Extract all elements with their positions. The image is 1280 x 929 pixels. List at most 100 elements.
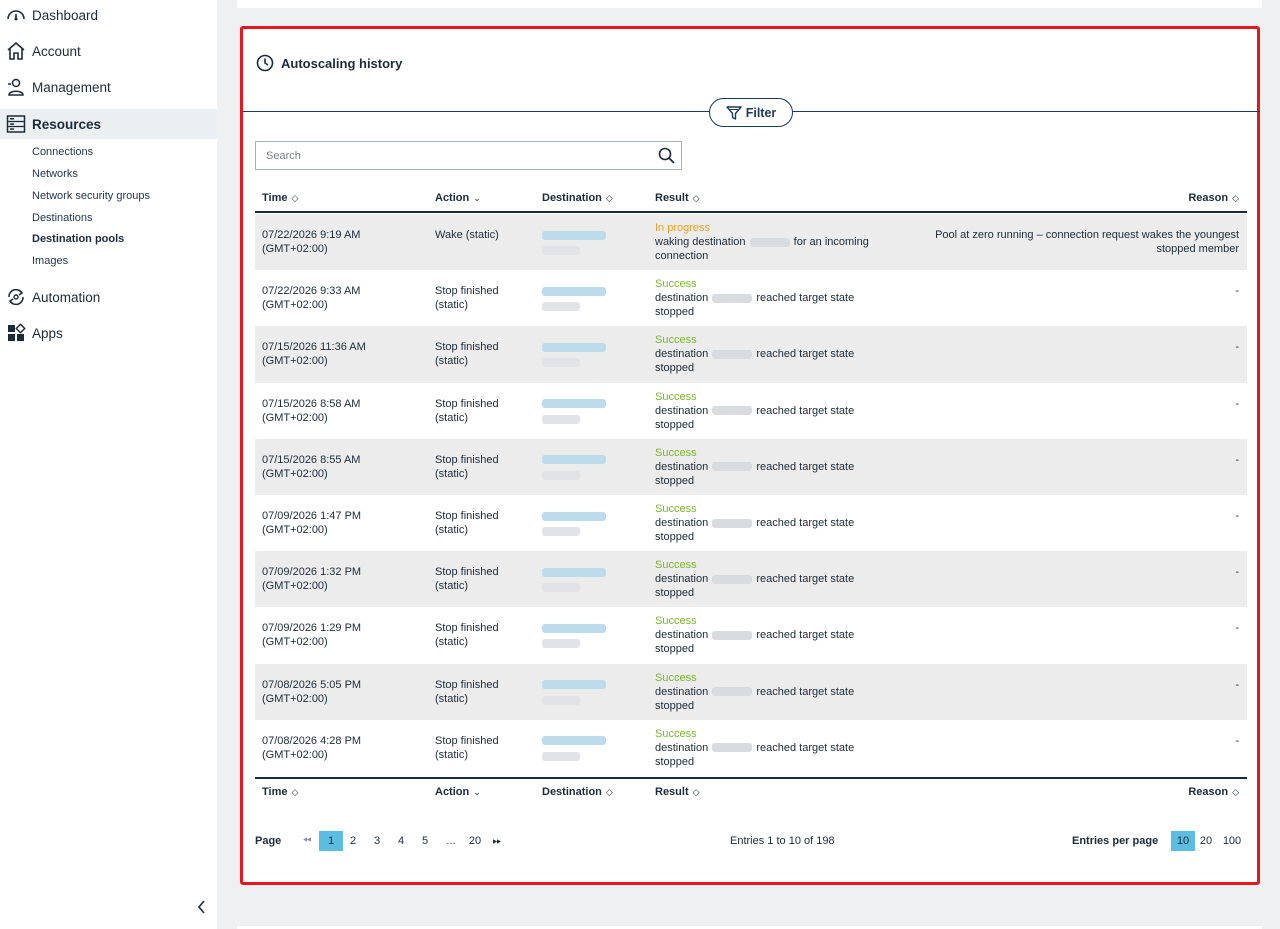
sidebar: Dashboard Account Management Resources C… <box>0 0 217 929</box>
destination-link[interactable] <box>542 509 606 523</box>
nav-label: Apps <box>32 325 63 341</box>
sub-item-connections[interactable]: Connections <box>32 146 93 158</box>
nav-item-account[interactable]: Account <box>0 36 217 66</box>
column-footer-reason[interactable]: Reason ◇ <box>1188 786 1239 798</box>
redacted-destination-id <box>542 246 580 256</box>
result-prefix: destination <box>655 516 709 529</box>
time-value: 07/09/2026 1:47 PM <box>262 509 362 522</box>
reason-cell: - <box>1235 285 1239 298</box>
destination-link[interactable] <box>542 284 606 298</box>
nav-label: Management <box>32 79 111 95</box>
nav-item-resources[interactable]: Resources <box>0 109 217 139</box>
column-label: Destination <box>542 192 602 204</box>
destination-cell <box>542 734 606 762</box>
redacted-destination-ref <box>712 349 753 359</box>
reason-cell: - <box>1235 622 1239 635</box>
column-footer-destination[interactable]: Destination ◇ <box>542 786 613 798</box>
time-value: 07/08/2026 5:05 PM <box>262 678 362 691</box>
sort-icon: ◇ <box>692 192 700 203</box>
nav-item-apps[interactable]: Apps <box>0 318 217 348</box>
result-cell: Success destination reached target state … <box>655 727 885 769</box>
result-text: destination reached target state stopped <box>655 460 885 488</box>
sub-item-images[interactable]: Images <box>32 255 68 267</box>
redacted-destination-id <box>542 751 580 761</box>
last-page-icon[interactable]: ⏩︎ <box>489 831 505 851</box>
sub-item-destination-pools[interactable]: Destination pools <box>32 233 124 245</box>
redacted-destination-ref <box>712 574 753 584</box>
chevron-down-icon: ⌄ <box>473 786 481 797</box>
table-row: 07/08/2026 4:28 PM (GMT+02:00) Stop finish… <box>255 720 1247 776</box>
nav-item-dashboard[interactable]: Dashboard <box>0 0 217 30</box>
destination-link[interactable] <box>542 678 606 692</box>
redacted-destination-name <box>542 567 606 577</box>
page-button-3[interactable]: 3 <box>369 831 385 851</box>
result-cell: Success destination reached target state … <box>655 390 885 432</box>
redacted-destination-ref <box>712 687 753 697</box>
result-prefix: destination <box>655 460 709 473</box>
time-cell: 07/15/2026 8:58 AM (GMT+02:00) <box>262 397 360 425</box>
page-button-5[interactable]: 5 <box>417 831 433 851</box>
timezone-value: (GMT+02:00) <box>262 355 328 368</box>
result-text: destination reached target state stopped <box>655 628 885 656</box>
redacted-destination-name <box>542 230 606 240</box>
action-cell: Stop finished (static) <box>435 734 499 761</box>
filter-button[interactable]: Filter <box>709 98 793 127</box>
table-row: 07/08/2026 5:05 PM (GMT+02:00) Stop finish… <box>255 663 1247 720</box>
column-footer-action[interactable]: Action ⌄ <box>435 786 481 798</box>
page-button-4[interactable]: 4 <box>393 831 409 851</box>
time-cell: 07/08/2026 5:05 PM (GMT+02:00) <box>262 678 361 706</box>
reason-cell: - <box>1235 566 1239 579</box>
search-icon[interactable] <box>658 147 675 164</box>
destination-link[interactable] <box>542 734 606 748</box>
redacted-destination-name <box>542 511 606 521</box>
destination-link[interactable] <box>542 565 606 579</box>
nav-item-management[interactable]: Management <box>0 72 217 102</box>
column-header-result[interactable]: Result ◇ <box>655 192 700 204</box>
reason-cell: Pool at zero running – connection reques… <box>935 229 1239 255</box>
result-cell: Success destination reached target state … <box>655 446 885 488</box>
page-button-20[interactable]: 20 <box>465 831 485 851</box>
status-text: Success <box>655 278 697 291</box>
destination-link[interactable] <box>542 397 606 411</box>
nav-label: Resources <box>32 116 102 132</box>
column-header-action[interactable]: Action ⌄ <box>435 192 481 204</box>
time-value: 07/22/2026 9:33 AM <box>262 285 361 298</box>
page-button-1[interactable]: 1 <box>319 831 343 851</box>
result-cell: Success destination reached target state … <box>655 277 885 319</box>
destination-link[interactable] <box>542 453 606 467</box>
column-footer-result[interactable]: Result ◇ <box>655 786 700 798</box>
page-button-2[interactable]: 2 <box>345 831 361 851</box>
action-cell: Stop finished (static) <box>435 341 499 368</box>
per-page-10[interactable]: 10 <box>1171 831 1195 851</box>
column-header-destination[interactable]: Destination ◇ <box>542 192 613 204</box>
first-page-icon[interactable]: ⏪︎ <box>299 831 315 851</box>
result-cell: Success destination reached target state … <box>655 502 885 544</box>
redacted-destination-ref <box>712 743 753 753</box>
result-text: destination reached target state stopped <box>655 291 885 319</box>
action-cell: Stop finished (static) <box>435 285 499 312</box>
timezone-value: (GMT+02:00) <box>262 692 328 705</box>
table-row: 07/15/2026 11:36 AM (GMT+02:00) Stop finis… <box>255 326 1247 383</box>
sub-item-networks[interactable]: Networks <box>32 168 78 180</box>
redacted-destination-id <box>542 583 580 593</box>
column-label: Action <box>435 786 470 798</box>
result-cell: Success destination reached target state … <box>655 558 885 600</box>
column-header-reason[interactable]: Reason ◇ <box>1188 192 1239 204</box>
search-input[interactable] <box>256 142 646 169</box>
per-page-100[interactable]: 100 <box>1221 831 1243 851</box>
action-cell: Stop finished (static) <box>435 397 499 424</box>
sub-item-destinations[interactable]: Destinations <box>32 212 93 224</box>
sort-icon: ◇ <box>291 192 299 203</box>
destination-link[interactable] <box>542 228 606 242</box>
sub-item-network-security-groups[interactable]: Network security groups <box>32 190 150 202</box>
destination-link[interactable] <box>542 340 606 354</box>
nav-item-automation[interactable]: Automation <box>0 282 217 312</box>
column-header-time[interactable]: Time ◇ <box>262 192 298 204</box>
time-cell: 07/09/2026 1:47 PM (GMT+02:00) <box>262 509 361 537</box>
per-page-20[interactable]: 20 <box>1197 831 1215 851</box>
chevron-left-icon[interactable] <box>194 898 210 916</box>
destination-cell <box>542 565 606 593</box>
column-footer-time[interactable]: Time ◇ <box>262 786 298 798</box>
destination-link[interactable] <box>542 621 606 635</box>
reason-cell: - <box>1235 734 1239 747</box>
